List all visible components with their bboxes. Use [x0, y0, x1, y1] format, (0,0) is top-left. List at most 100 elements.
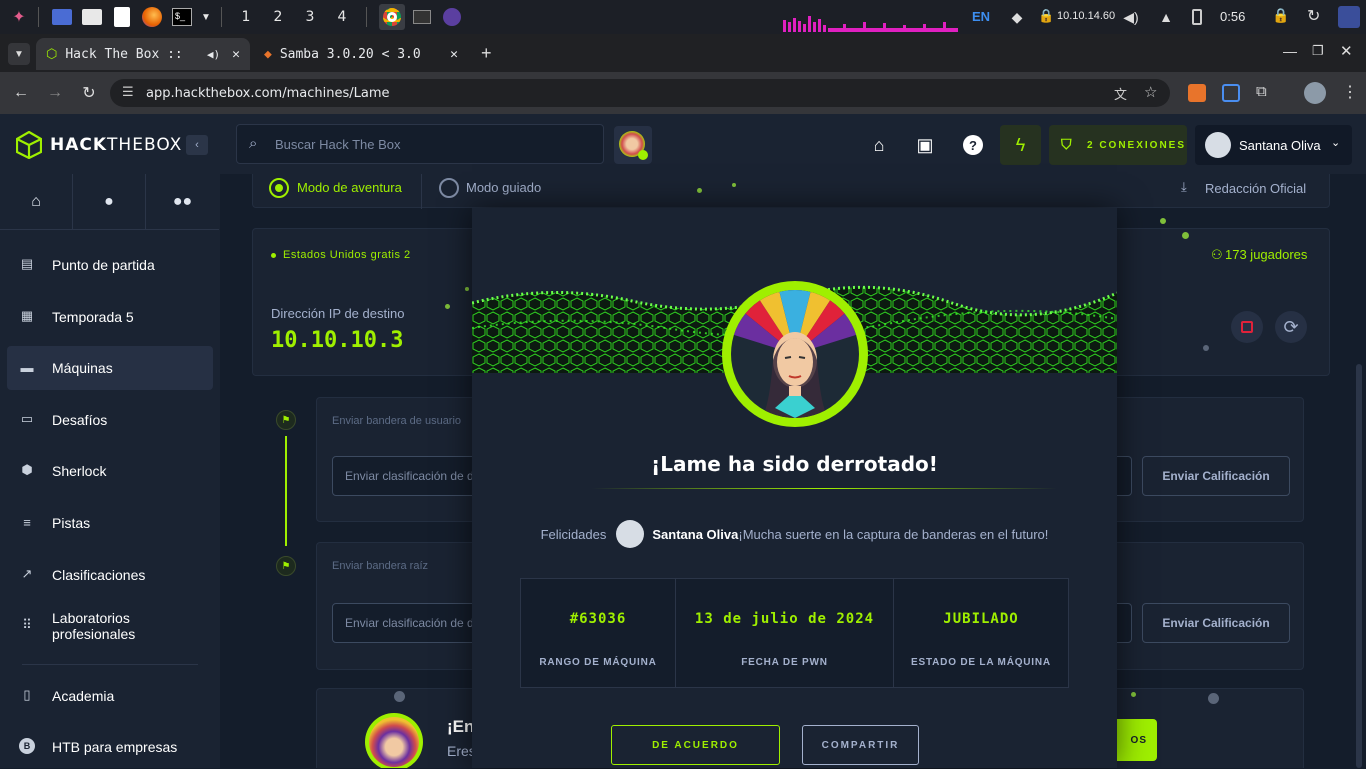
sidebar-item-label: Clasificaciones	[52, 567, 146, 583]
workspace-3[interactable]: 3	[294, 9, 326, 25]
tab-title: Samba 3.0.20 < 3.0	[279, 46, 421, 62]
desktop-icon[interactable]	[49, 4, 75, 30]
sidebar-item-sherlock[interactable]: ⬢ Sherlock	[7, 449, 213, 493]
team-icon[interactable]: ●●	[146, 174, 219, 230]
firefox-icon[interactable]	[139, 4, 165, 30]
machine-avatar-button[interactable]	[614, 126, 652, 164]
sidebar-item-starting-point[interactable]: ▤ Punto de partida	[7, 243, 213, 287]
refresh-icon[interactable]: ↻	[1307, 6, 1320, 26]
sidebar-item-season[interactable]: ▦ Temporada 5	[7, 295, 213, 339]
workspace-1[interactable]: 1	[230, 9, 262, 25]
profile-avatar[interactable]	[1304, 82, 1326, 104]
files-icon[interactable]	[79, 4, 105, 30]
help-icon[interactable]: ?	[963, 135, 983, 155]
collapse-sidebar-icon[interactable]: ‹	[186, 135, 208, 155]
lock-screen-icon[interactable]: 🔒	[1272, 7, 1289, 24]
title-divider	[592, 488, 1057, 489]
tab-search-icon[interactable]: ▼	[8, 43, 30, 65]
confetti	[697, 188, 702, 193]
site-info-icon[interactable]: ☰	[122, 85, 134, 100]
new-tab-icon[interactable]: +	[481, 43, 492, 64]
htb-logo[interactable]: HACK THEBOX	[16, 131, 182, 159]
audio-icon[interactable]: ◀)	[207, 48, 220, 61]
profile-icon[interactable]: ●	[73, 174, 146, 230]
close-icon[interactable]: ✕	[232, 47, 240, 62]
user-menu-button[interactable]: Santana Oliva ⌄	[1195, 125, 1352, 165]
sidebar-item-business[interactable]: B HTB para empresas	[7, 725, 213, 769]
submit-user-flag-button[interactable]: Enviar Calificación	[1142, 456, 1290, 496]
sidebar-item-label: Punto de partida	[52, 257, 155, 273]
keyboard-layout[interactable]: EN	[972, 9, 990, 24]
chrome-window-icon[interactable]	[379, 4, 405, 30]
stop-machine-button[interactable]	[1231, 311, 1263, 343]
minimize-icon[interactable]: —	[1283, 43, 1297, 59]
official-writeup-link[interactable]: Redacción Oficial	[1205, 181, 1306, 196]
mode-guided-label[interactable]: Modo guiado	[466, 180, 541, 195]
page-scrollbar[interactable]	[1356, 364, 1362, 768]
app-window-icon[interactable]	[439, 4, 465, 30]
mode-adventure-label[interactable]: Modo de aventura	[297, 180, 402, 195]
sidebar-item-machines[interactable]: ▬ Máquinas	[7, 346, 213, 390]
writeup-download-icon[interactable]: ⤓	[1181, 179, 1187, 195]
address-bar[interactable]: ☰ app.hackthebox.com/machines/Lame 文 ☆	[110, 79, 1170, 107]
translate-icon[interactable]: 文	[1114, 84, 1127, 103]
server-name[interactable]: Estados Unidos gratis 2	[283, 249, 411, 261]
target-ip[interactable]: 10.10.10.3	[271, 328, 403, 353]
bell-icon[interactable]: ▲	[1155, 6, 1177, 28]
power-icon[interactable]	[1338, 6, 1360, 28]
editor-icon[interactable]	[109, 4, 135, 30]
kebab-menu-icon[interactable]: ⋮	[1342, 82, 1358, 102]
gift-icon[interactable]: ▣	[912, 132, 938, 158]
wifi-icon[interactable]: ◆	[1006, 6, 1028, 28]
bookmark-star-icon[interactable]: ☆	[1144, 83, 1157, 101]
kali-menu-icon[interactable]: ✦	[6, 4, 32, 30]
sidebar-item-tracks[interactable]: ≡ Pistas	[7, 501, 213, 545]
flag-icon: ⚑	[276, 410, 296, 430]
tab-hackthebox[interactable]: ⬡ Hack The Box :: ◀) ✕	[36, 38, 250, 70]
reload-icon[interactable]: ↻	[76, 80, 102, 106]
sidebar-item-academy[interactable]: ▯ Academia	[7, 674, 213, 718]
server-status-dot	[271, 253, 276, 258]
connections-button[interactable]: ⛉ 2 CONEXIONES	[1049, 125, 1187, 165]
extension-edit-icon[interactable]	[1222, 84, 1240, 102]
input-placeholder: Enviar clasificación de d	[345, 616, 474, 630]
confetti	[1160, 218, 1166, 224]
reset-machine-icon[interactable]: ⟳	[1275, 311, 1307, 343]
mode-adventure-radio[interactable]	[269, 178, 289, 198]
share-button[interactable]: COMPARTIR	[802, 725, 919, 765]
global-search-input[interactable]: ⌕ Buscar Hack The Box	[236, 124, 604, 164]
chevron-down-icon[interactable]: ▼	[199, 4, 213, 30]
home-icon[interactable]: ⌂	[0, 174, 73, 230]
maximize-icon[interactable]: ❐	[1312, 43, 1324, 59]
sidebar-item-rankings[interactable]: ↗ Clasificaciones	[7, 553, 213, 597]
extension-icon[interactable]	[1188, 84, 1206, 102]
tab-samba[interactable]: ◆ Samba 3.0.20 < 3.0 ✕	[254, 38, 468, 70]
window-close-icon[interactable]: ✕	[1340, 42, 1353, 60]
puzzle-icon[interactable]: ⧉	[1256, 83, 1267, 100]
ok-button[interactable]: DE ACUERDO	[611, 725, 780, 765]
book-icon: ▤	[20, 256, 34, 271]
sidebar-item-pro-labs[interactable]: ⠿ Laboratorios profesionales	[7, 604, 213, 648]
workspace-2[interactable]: 2	[262, 9, 294, 25]
workspace-4[interactable]: 4	[326, 9, 358, 25]
back-icon[interactable]: ←	[8, 80, 34, 106]
terminal-icon[interactable]: $_	[169, 4, 195, 30]
online-badge	[638, 150, 648, 160]
forward-icon[interactable]: →	[42, 80, 68, 106]
congrats-username[interactable]: Santana Oliva	[652, 527, 738, 542]
terminal-window-icon[interactable]	[409, 4, 435, 30]
briefcase-icon[interactable]: ⌂	[866, 132, 892, 158]
mode-guided-radio[interactable]	[439, 178, 459, 198]
lightning-icon[interactable]: ϟ	[1000, 125, 1041, 165]
connections-label: 2 CONEXIONES	[1087, 139, 1187, 151]
volume-icon[interactable]: ◀)	[1120, 6, 1142, 28]
sidebar-item-challenges[interactable]: ▭ Desafíos	[7, 398, 213, 442]
submit-root-flag-button[interactable]: Enviar Calificación	[1142, 603, 1290, 643]
pwn-date-label: FECHA DE PWN	[741, 657, 828, 668]
players-count: 173 jugadores	[1225, 247, 1308, 262]
stop-icon	[1241, 321, 1253, 333]
sidebar-item-label: Laboratorios profesionales	[52, 610, 136, 642]
modal-title: ¡Lame ha sido derrotado!	[651, 452, 938, 476]
close-icon[interactable]: ✕	[450, 47, 458, 62]
target-ip-label: Dirección IP de destino	[271, 306, 405, 321]
